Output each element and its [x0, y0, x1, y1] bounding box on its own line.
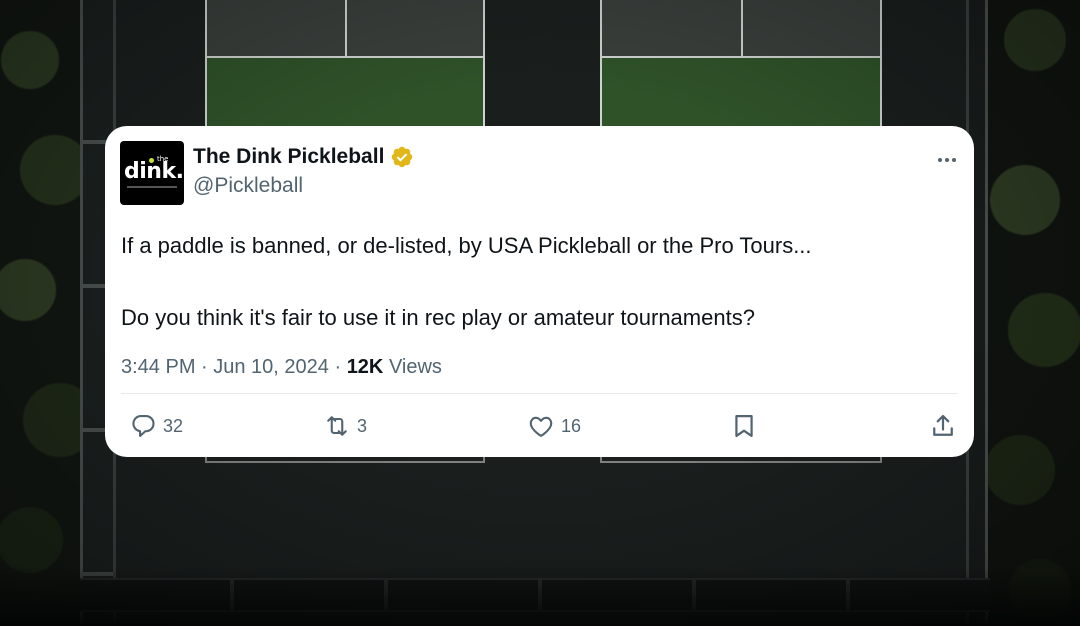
- tweet-meta: 3:44 PM · Jun 10, 2024 · 12K Views: [121, 356, 442, 379]
- like-button[interactable]: 16: [527, 412, 581, 440]
- more-icon[interactable]: [932, 150, 962, 170]
- like-icon: [529, 416, 553, 437]
- retweet-icon: [327, 416, 347, 436]
- timestamp[interactable]: 3:44 PM · Jun 10, 2024 ·: [121, 356, 347, 378]
- views-label: Views: [383, 356, 442, 378]
- tweet-text-line-1: If a paddle is banned, or de-listed, by …: [121, 233, 812, 258]
- tweet-text: If a paddle is banned, or de-listed, by …: [121, 228, 961, 336]
- reply-count: 32: [163, 415, 184, 436]
- divider: [121, 393, 958, 394]
- author-name-row[interactable]: The Dink Pickleball: [193, 145, 414, 169]
- views-count: 12K: [346, 356, 384, 378]
- user-handle[interactable]: @Pickleball: [193, 174, 303, 198]
- avatar[interactable]: the dink.: [120, 141, 184, 205]
- retweet-count: 3: [357, 415, 368, 436]
- tweet-card[interactable]: the dink. The Dink Pickleball @Picklebal…: [105, 126, 974, 457]
- verified-badge-icon: [392, 146, 413, 168]
- reply-button[interactable]: 32: [129, 412, 183, 440]
- share-button[interactable]: [929, 412, 957, 440]
- display-name[interactable]: The Dink Pickleball: [193, 145, 384, 169]
- like-count: 16: [561, 415, 582, 436]
- tweet-text-line-2: Do you think it's fair to use it in rec …: [121, 305, 755, 330]
- bookmark-icon: [735, 414, 753, 438]
- bookmark-button[interactable]: [730, 412, 758, 440]
- reply-icon: [132, 415, 155, 437]
- retweet-button[interactable]: 3: [323, 412, 367, 440]
- share-icon: [933, 414, 953, 436]
- avatar-logo-word: dink.: [124, 159, 184, 184]
- avatar-logo-underline: [127, 186, 177, 188]
- action-bar: 32 3 16: [105, 409, 974, 449]
